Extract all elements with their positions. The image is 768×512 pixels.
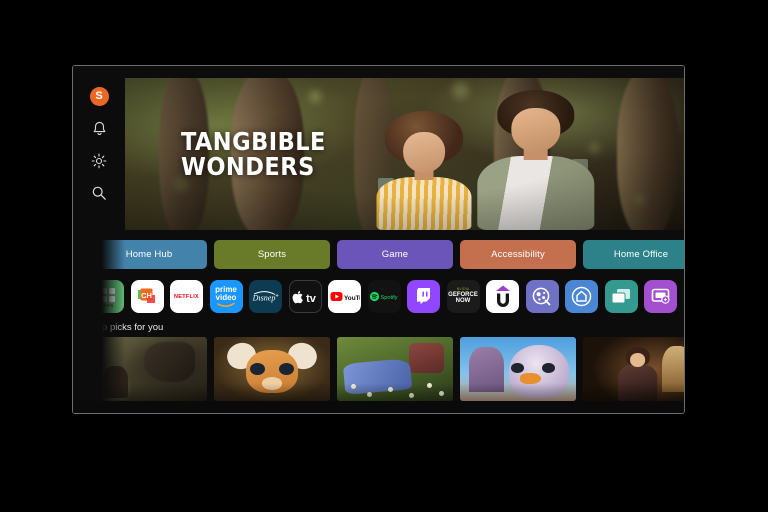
app-row: APPS CH NETFLIX prime video [91, 280, 684, 313]
svg-text:CH: CH [141, 291, 152, 300]
category-label: Sports [257, 249, 287, 260]
app-gaming-hub[interactable] [525, 280, 559, 313]
category-label: Accessibility [491, 249, 545, 260]
category-label: Game [381, 249, 409, 260]
app-smartthings[interactable] [565, 280, 598, 313]
category-row: Home Hub Sports Game Accessibility Home … [91, 240, 684, 269]
app-screen-mirror[interactable] [644, 280, 677, 313]
pick-drama[interactable] [583, 337, 684, 401]
category-label: Home Office [613, 249, 669, 260]
hero-title-line2: WONDERS [181, 151, 315, 181]
hero-banner[interactable]: TANGBIBLE WONDERS [125, 78, 684, 230]
app-spotify[interactable]: Spotify [367, 280, 401, 313]
app-geforce-now[interactable]: NVIDIA GEFORCE NOW [446, 280, 480, 313]
picks-row [91, 337, 684, 401]
app-multi-view[interactable] [604, 280, 638, 313]
gear-icon[interactable] [90, 151, 109, 170]
bell-icon[interactable] [90, 119, 109, 138]
profile-avatar[interactable]: S [89, 87, 109, 106]
pick-bird[interactable] [460, 337, 576, 401]
pick-giraffe[interactable] [214, 337, 330, 401]
tv-frame: TANGBIBLE WONDERS Home Hub Sports Game A… [72, 65, 685, 414]
screen-bottom-bezel-mask [73, 401, 684, 413]
category-sports[interactable]: Sports [214, 240, 330, 269]
svg-text:YouTube: YouTube [344, 294, 360, 301]
avatar-initial: S [95, 90, 103, 102]
svg-text:Spotify: Spotify [381, 295, 398, 301]
app-youtube[interactable]: YouTube [328, 280, 361, 313]
tv-screen: TANGBIBLE WONDERS Home Hub Sports Game A… [73, 66, 684, 413]
svg-text:tv: tv [306, 293, 317, 304]
svg-text:Dısnep: Dısnep [252, 293, 275, 302]
sidebar-rail: S [73, 66, 125, 413]
app-twitch[interactable] [407, 280, 440, 313]
pick-meadow[interactable] [337, 337, 453, 401]
category-label: Home Hub [125, 249, 173, 260]
screenshot-root: TANGBIBLE WONDERS Home Hub Sports Game A… [0, 0, 768, 512]
app-u-app[interactable] [486, 280, 519, 313]
category-accessibility[interactable]: Accessibility [460, 240, 576, 269]
app-channels-ch[interactable]: CH [130, 280, 164, 313]
category-home-office[interactable]: Home Office [583, 240, 684, 269]
hero-title: TANGBIBLE WONDERS [181, 127, 326, 181]
category-game[interactable]: Game [337, 240, 453, 269]
app-apple-tv[interactable]: tv [288, 280, 322, 313]
app-disney-plus[interactable]: Dısnep + [249, 280, 282, 313]
search-icon[interactable] [90, 183, 109, 202]
hero-title-line1: TANGBIBLE [181, 127, 326, 156]
svg-text:+: + [275, 292, 279, 299]
app-prime-video[interactable]: prime video [209, 280, 243, 313]
app-netflix[interactable]: NETFLIX [170, 280, 203, 313]
